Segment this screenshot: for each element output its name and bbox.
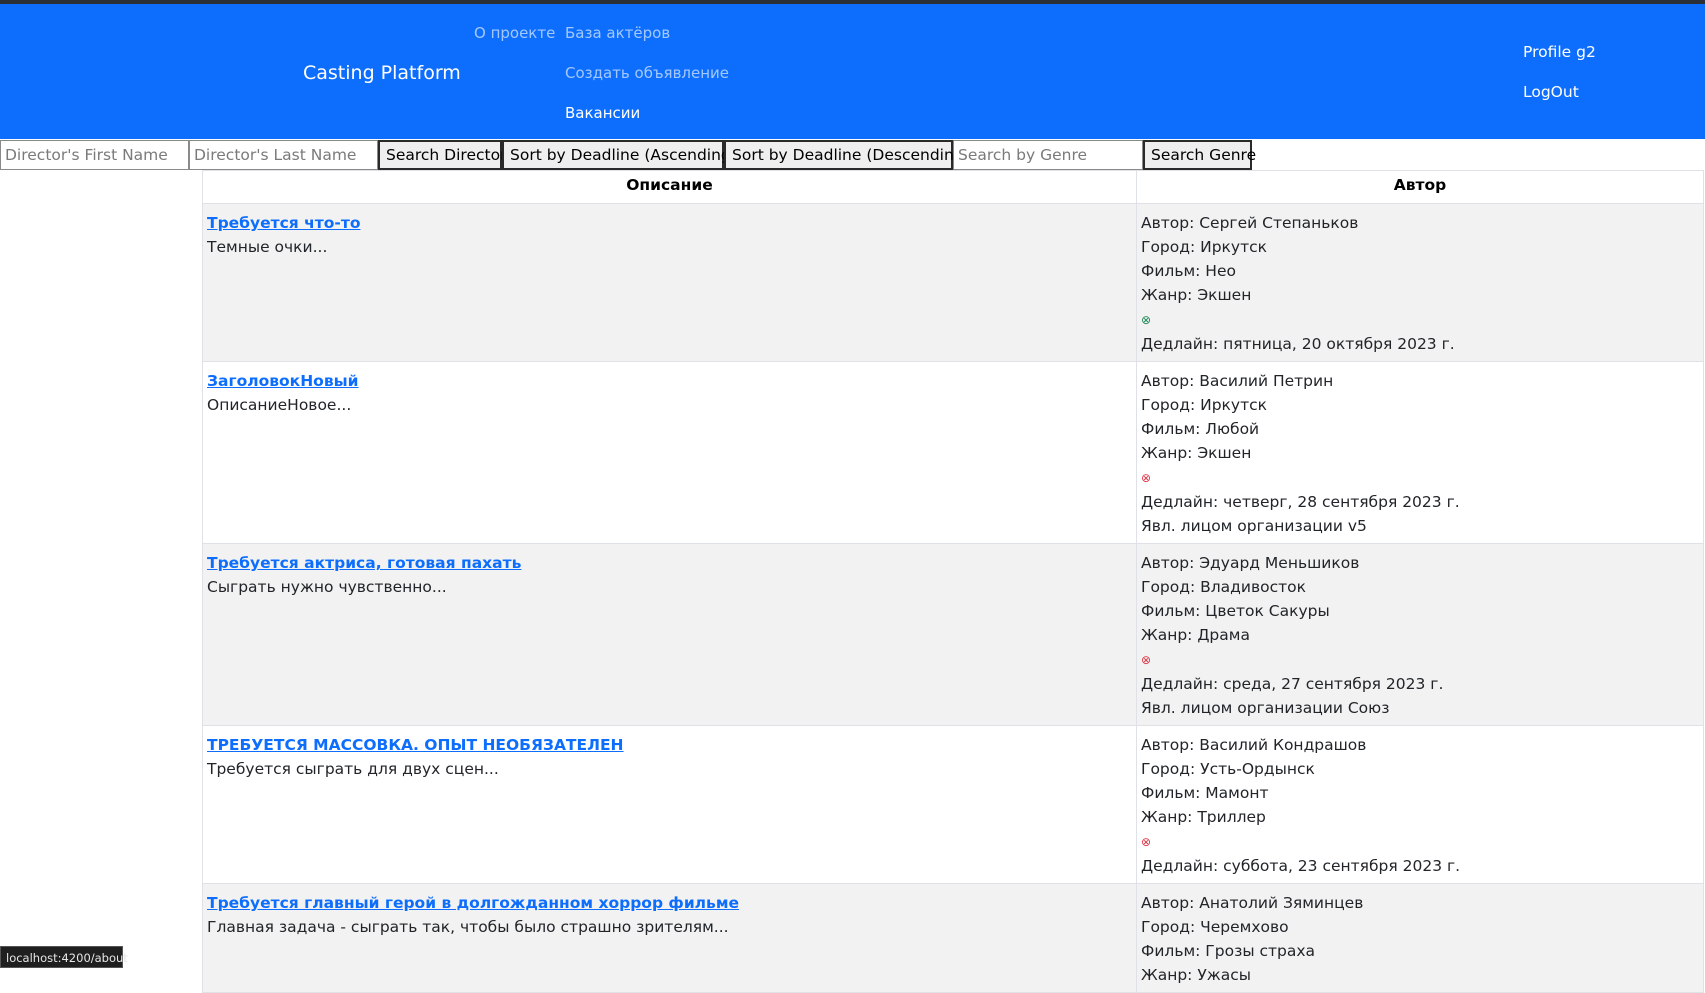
genre-search-input[interactable] xyxy=(953,140,1143,170)
vacancy-title-link[interactable]: Требуется что-то xyxy=(207,214,360,232)
table-row: ТРЕБУЕТСЯ МАССОВКА. ОПЫТ НЕОБЯЗАТЕЛЕН Тр… xyxy=(202,725,1704,884)
genre: Жанр: Экшен xyxy=(1141,444,1252,462)
navbar: Casting Platform О проекте База актёров … xyxy=(0,4,1705,139)
genre: Жанр: Экшен xyxy=(1141,286,1252,304)
deadline: Дедлайн: суббота, 23 сентября 2023 г. xyxy=(1141,857,1461,875)
description-cell: Требуется главный герой в долгожданном х… xyxy=(202,883,1137,993)
city: Город: Владивосток xyxy=(1141,578,1306,596)
author-cell: Автор: Василий Петрин Город: Иркутск Фил… xyxy=(1136,361,1704,544)
deadline: Дедлайн: четверг, 28 сентября 2023 г. xyxy=(1141,493,1460,511)
filter-bar: Search Director Sort by Deadline (Ascend… xyxy=(0,140,1705,170)
genre: Жанр: Драма xyxy=(1141,626,1250,644)
sort-deadline-desc-button[interactable]: Sort by Deadline (Descending) xyxy=(724,140,970,170)
table-row: Требуется актриса, готовая пахать Сыграт… xyxy=(202,543,1704,726)
table-row: Требуется что-то Темные очки... Автор: С… xyxy=(202,203,1704,362)
nav-actors-db[interactable]: База актёров xyxy=(565,24,670,42)
status-icon: ⊗ xyxy=(1141,313,1152,327)
sort-deadline-asc-button[interactable]: Sort by Deadline (Ascending) xyxy=(502,140,737,170)
author-name: Автор: Анатолий Зяминцев xyxy=(1141,894,1364,912)
director-last-name-input[interactable] xyxy=(189,140,378,170)
city: Город: Усть-Ордынск xyxy=(1141,760,1315,778)
description-cell: ЗаголовокНовый ОписаниеНовое... xyxy=(202,361,1137,544)
vacancy-description: Требуется сыграть для двух сцен... xyxy=(207,760,499,778)
vacancy-description: ОписаниеНовое... xyxy=(207,396,352,414)
city: Город: Черемхово xyxy=(1141,918,1289,936)
nav-about[interactable]: О проекте xyxy=(474,24,555,42)
vacancies-table: Описание Автор Требуется что-то Темные о… xyxy=(202,170,1704,993)
vacancy-description: Сыграть нужно чувственно... xyxy=(207,578,447,596)
genre: Жанр: Триллер xyxy=(1141,808,1266,826)
status-icon: ⊗ xyxy=(1141,835,1152,849)
status-icon: ⊗ xyxy=(1141,653,1152,667)
table-header-row: Описание Автор xyxy=(202,170,1704,204)
author-name: Автор: Василий Кондрашов xyxy=(1141,736,1367,754)
table-row: ЗаголовокНовый ОписаниеНовое... Автор: В… xyxy=(202,361,1704,544)
browser-status-url: localhost:4200/about xyxy=(0,946,128,968)
film: Фильм: Любой xyxy=(1141,420,1260,438)
author-cell: Автор: Эдуард Меньшиков Город: Владивост… xyxy=(1136,543,1704,726)
nav-vacancies[interactable]: Вакансии xyxy=(565,104,640,122)
deadline: Дедлайн: среда, 27 сентября 2023 г. xyxy=(1141,675,1444,693)
column-header-description: Описание xyxy=(202,170,1137,204)
search-genre-button[interactable]: Search Genre xyxy=(1143,140,1256,170)
film: Фильм: Грозы страха xyxy=(1141,942,1316,960)
search-director-button[interactable]: Search Director xyxy=(378,140,506,170)
vacancy-title-link[interactable]: ТРЕБУЕТСЯ МАССОВКА. ОПЫТ НЕОБЯЗАТЕЛЕН xyxy=(207,736,624,754)
author-cell: Автор: Василий Кондрашов Город: Усть-Орд… xyxy=(1136,725,1704,884)
column-header-author: Автор xyxy=(1136,170,1704,204)
vacancy-title-link[interactable]: Требуется актриса, готовая пахать xyxy=(207,554,521,572)
author-name: Автор: Сергей Степаньков xyxy=(1141,214,1359,232)
film: Фильм: Нео xyxy=(1141,262,1236,280)
genre: Жанр: Ужасы xyxy=(1141,966,1251,984)
organization: Явл. лицом организации Союз xyxy=(1141,699,1390,717)
table-row: Требуется главный герой в долгожданном х… xyxy=(202,883,1704,993)
nav-create-ad[interactable]: Создать объявление xyxy=(565,64,729,82)
brand-link[interactable]: Casting Platform xyxy=(303,62,461,84)
director-first-name-input[interactable] xyxy=(0,140,189,170)
city: Город: Иркутск xyxy=(1141,396,1268,414)
description-cell: Требуется что-то Темные очки... xyxy=(202,203,1137,362)
vacancy-description: Главная задача - сыграть так, чтобы было… xyxy=(207,918,729,936)
author-cell: Автор: Анатолий Зяминцев Город: Черемхов… xyxy=(1136,883,1704,993)
author-cell: Автор: Сергей Степаньков Город: Иркутск … xyxy=(1136,203,1704,362)
vacancy-description: Темные очки... xyxy=(207,238,328,256)
vacancy-title-link[interactable]: ЗаголовокНовый xyxy=(207,372,359,390)
description-cell: ТРЕБУЕТСЯ МАССОВКА. ОПЫТ НЕОБЯЗАТЕЛЕН Тр… xyxy=(202,725,1137,884)
author-name: Автор: Василий Петрин xyxy=(1141,372,1334,390)
logout-link[interactable]: LogOut xyxy=(1523,83,1579,101)
profile-link[interactable]: Profile g2 xyxy=(1523,43,1596,61)
film: Фильм: Цветок Сакуры xyxy=(1141,602,1330,620)
author-name: Автор: Эдуард Меньшиков xyxy=(1141,554,1360,572)
description-cell: Требуется актриса, готовая пахать Сыграт… xyxy=(202,543,1137,726)
city: Город: Иркутск xyxy=(1141,238,1268,256)
deadline: Дедлайн: пятница, 20 октября 2023 г. xyxy=(1141,335,1455,353)
status-icon: ⊗ xyxy=(1141,471,1152,485)
organization: Явл. лицом организации v5 xyxy=(1141,517,1367,535)
film: Фильм: Мамонт xyxy=(1141,784,1269,802)
vacancy-title-link[interactable]: Требуется главный герой в долгожданном х… xyxy=(207,894,739,912)
